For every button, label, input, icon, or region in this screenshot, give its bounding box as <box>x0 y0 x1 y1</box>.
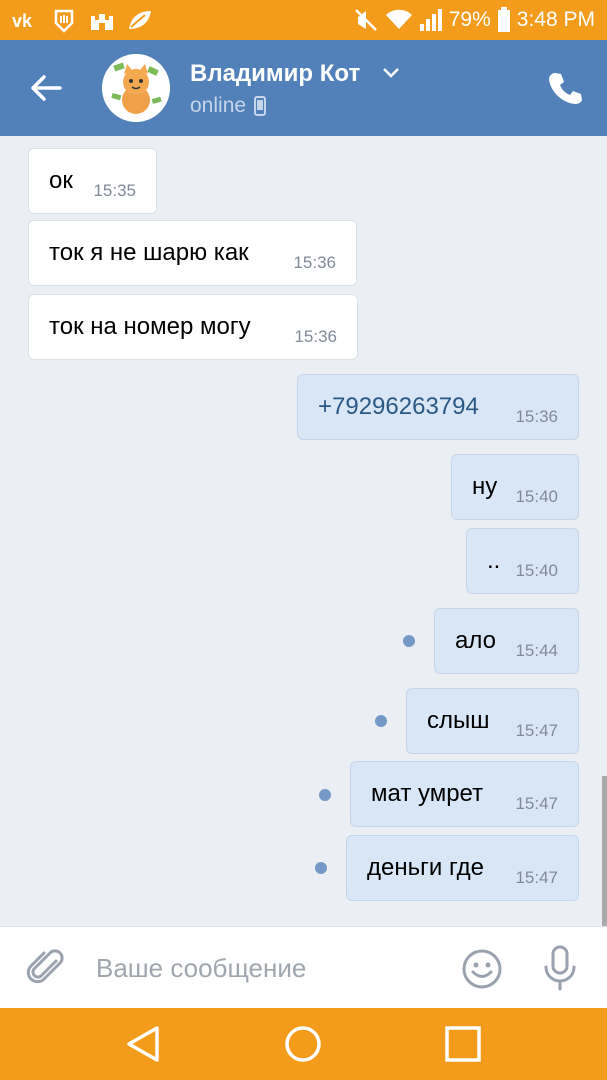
back-button[interactable] <box>26 68 66 108</box>
message-text: деньги где <box>367 854 484 881</box>
message-time: 15:47 <box>515 721 558 740</box>
unread-indicator <box>319 789 331 801</box>
message-time: 15:36 <box>293 253 336 272</box>
message-text: ок <box>49 167 73 194</box>
nav-recents-button[interactable] <box>441 1022 485 1066</box>
castle-icon <box>88 6 116 34</box>
arrow-left-icon <box>31 75 62 101</box>
unread-indicator <box>403 635 415 647</box>
message-bubble[interactable]: мат умрет 15:47 <box>350 761 579 827</box>
message-text: ток я не шарю как <box>49 239 249 266</box>
message-list[interactable]: ок 15:35 ток я не шарю как 15:36 ток на … <box>0 136 607 926</box>
message-bubble[interactable]: ток на номер могу 15:36 <box>28 294 358 360</box>
square-recents-icon <box>445 1026 481 1062</box>
battery-icon <box>497 7 511 33</box>
mute-icon <box>353 7 379 33</box>
triangle-back-icon <box>127 1026 159 1062</box>
phone-number-link[interactable]: +79296263794 <box>318 393 479 421</box>
message-text: ало <box>455 627 496 654</box>
chevron-down-icon[interactable] <box>382 66 400 84</box>
message-time: 15:36 <box>515 407 558 426</box>
circle-home-icon <box>285 1026 321 1062</box>
message-bubble[interactable]: ток я не шарю как 15:36 <box>28 220 357 286</box>
microphone-icon <box>544 945 576 991</box>
notification-icons: vk <box>12 6 154 34</box>
leaf-icon <box>126 6 154 34</box>
message-time: 15:47 <box>515 868 558 887</box>
unread-indicator <box>315 862 327 874</box>
system-status: 79% 3:48 PM <box>353 0 595 40</box>
system-nav-bar <box>0 1008 607 1080</box>
message-bubble[interactable]: ну 15:40 <box>451 454 579 520</box>
contact-status: online <box>190 94 267 118</box>
attach-button[interactable] <box>26 947 68 989</box>
emoji-button[interactable] <box>460 947 504 991</box>
message-input[interactable] <box>92 947 440 989</box>
battery-percent: 79% <box>448 8 491 31</box>
message-bubble[interactable]: .. 15:40 <box>466 528 579 594</box>
hand-icon <box>50 6 78 34</box>
message-text: ну <box>472 473 498 500</box>
contact-name[interactable]: Владимир Кот <box>190 60 360 88</box>
message-bubble[interactable]: ок 15:35 <box>28 148 157 214</box>
status-bar: vk 79% 3:48 PM <box>0 0 607 40</box>
message-time: 15:35 <box>93 181 136 200</box>
vk-icon: vk <box>12 6 40 34</box>
message-time: 15:40 <box>515 487 558 506</box>
phone-small-icon <box>254 96 267 116</box>
cat-avatar-icon <box>102 54 170 122</box>
message-time: 15:36 <box>294 327 337 346</box>
unread-indicator <box>375 715 387 727</box>
call-button[interactable] <box>545 68 585 108</box>
wifi-icon <box>385 9 413 31</box>
status-text: online <box>190 94 247 117</box>
chat-header: Владимир Кот online <box>0 40 607 136</box>
paperclip-icon <box>26 949 64 984</box>
scrollbar[interactable] <box>602 776 607 926</box>
phone-icon <box>549 73 582 104</box>
nav-back-button[interactable] <box>121 1022 165 1066</box>
message-time: 15:47 <box>515 794 558 813</box>
message-bubble[interactable]: деньги где 15:47 <box>346 835 579 901</box>
message-text: мат умрет <box>371 780 484 807</box>
avatar[interactable] <box>102 54 170 122</box>
message-time: 15:44 <box>515 641 558 660</box>
smiley-icon <box>462 949 502 989</box>
message-text: ток на номер могу <box>49 313 251 340</box>
clock: 3:48 PM <box>516 8 595 31</box>
signal-icon <box>419 8 443 32</box>
svg-text:vk: vk <box>12 11 33 30</box>
message-time: 15:40 <box>515 561 558 580</box>
message-bubble[interactable]: слыш 15:47 <box>406 688 579 754</box>
composer-bar <box>0 926 607 1009</box>
nav-home-button[interactable] <box>281 1022 325 1066</box>
message-bubble[interactable]: ало 15:44 <box>434 608 579 674</box>
message-text: .. <box>487 547 501 574</box>
message-text: слыш <box>427 707 490 734</box>
voice-record-button[interactable] <box>540 945 580 991</box>
message-bubble[interactable]: +79296263794 15:36 <box>297 374 579 440</box>
